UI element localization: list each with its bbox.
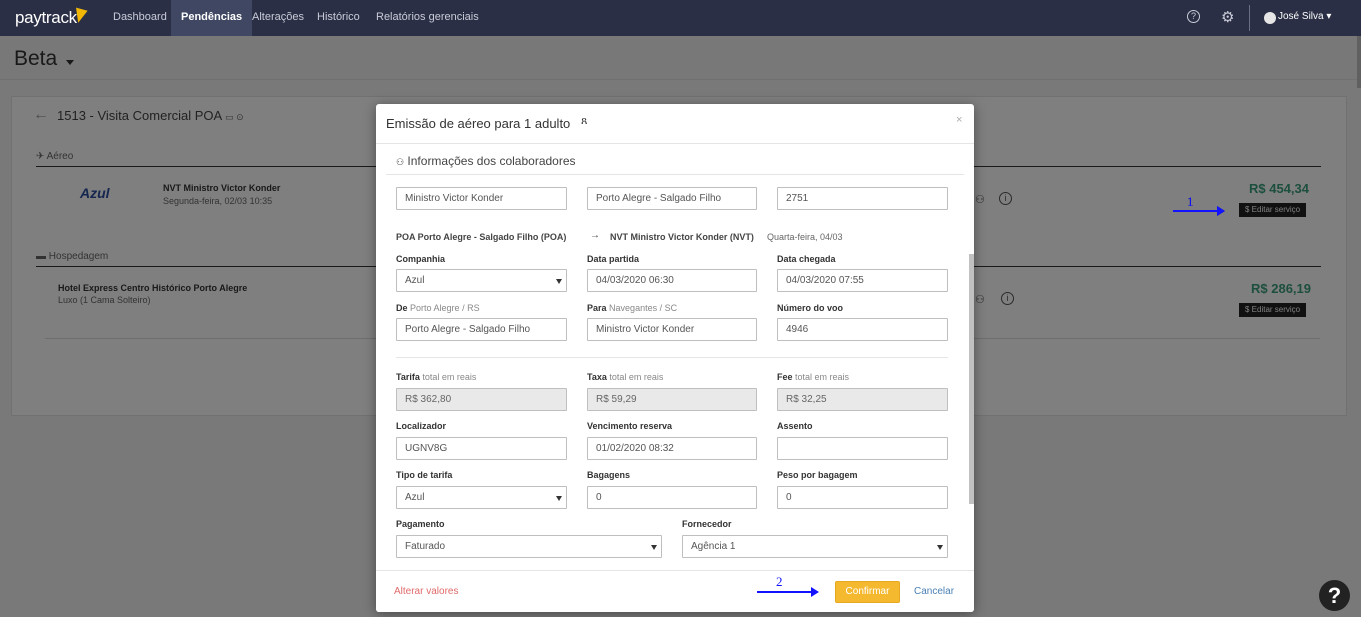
select-caret-icon [651,545,657,550]
select-caret-icon [937,545,943,550]
values-divider [396,357,948,358]
logo-mark-icon [72,7,88,25]
bagagens-input[interactable]: 0 [587,486,757,509]
nav-pendencias[interactable]: Pendências [171,0,253,36]
nav-alteracoes[interactable]: Alterações [242,0,314,36]
help-button[interactable]: ? [1319,580,1350,611]
top-navbar: paytrack Dashboard Pendências Alterações… [0,0,1361,36]
gear-icon[interactable]: ⚙ [1221,8,1234,26]
annotation-arrow-1-top [1173,206,1225,216]
fornecedor-label: Fornecedor [682,519,732,529]
select-caret-icon [556,496,562,501]
bagagens-label: Bagagens [587,470,631,480]
fee-input: R$ 32,25 [777,388,948,411]
confirm-button[interactable]: Confirmar [835,581,900,603]
vencimento-label: Vencimento reserva [587,421,673,431]
para-label: Para Navegantes / SC [587,303,678,313]
fee-label: Fee total em reais [777,372,850,382]
pagamento-select[interactable]: Faturado [396,535,662,558]
companhia-select[interactable]: Azul [396,269,567,292]
tarifa-input: R$ 362,80 [396,388,567,411]
tipo-tarifa-select[interactable]: Azul [396,486,567,509]
collaborator-dest-field[interactable]: Ministro Victor Konder [396,187,567,210]
data-chegada-label: Data chegada [777,254,836,264]
collaborator-origin-field[interactable]: Porto Alegre - Salgado Filho [587,187,757,210]
annotation-2: 2 [776,574,783,589]
tipo-tarifa-label: Tipo de tarifa [396,470,453,480]
close-icon[interactable]: × [956,114,962,126]
fornecedor-select[interactable]: Agência 1 [682,535,948,558]
para-input[interactable]: Ministro Victor Konder [587,318,757,341]
peso-input[interactable]: 0 [777,486,948,509]
section-divider [386,174,964,175]
data-partida-input[interactable]: 04/03/2020 06:30 [587,269,757,292]
assento-label: Assento [777,421,813,431]
chevron-down-icon: ▾ [1326,11,1332,22]
nav-historico[interactable]: Histórico [307,0,370,36]
user-name: José Silva [1278,11,1324,22]
pagamento-label: Pagamento [396,519,445,529]
alter-values-link[interactable]: Alterar valores [394,586,458,597]
user-menu[interactable]: José Silva ▾ [1278,11,1331,22]
collaborators-section-title: ⚇ Informações dos colaboradores [396,154,576,168]
data-chegada-input[interactable]: 04/03/2020 07:55 [777,269,948,292]
annotation-1-top: 1 [1187,194,1194,209]
paytrack-logo[interactable]: paytrack [15,8,77,28]
numero-voo-label: Número do voo [777,303,844,313]
modal-footer: Alterar valores Confirmar Cancelar [376,570,974,612]
annotation-arrow-2 [757,587,819,597]
numero-voo-input[interactable]: 4946 [777,318,948,341]
avatar[interactable] [1264,12,1276,24]
nav-relatorios[interactable]: Relatórios gerenciais [366,0,489,36]
de-label: De Porto Alegre / RS [396,303,480,313]
peso-label: Peso por bagagem [777,470,858,480]
taxa-input: R$ 59,29 [587,388,757,411]
localizador-input[interactable]: UGNV8G [396,437,567,460]
assento-input[interactable] [777,437,948,460]
nav-divider [1249,5,1250,31]
localizador-label: Localizador [396,421,447,431]
companhia-label: Companhia [396,254,446,264]
select-caret-icon [556,279,562,284]
data-partida-label: Data partida [587,254,640,264]
modal-header: Emissão de aéreo para 1 adulto ጸ × [376,104,974,144]
cancel-link[interactable]: Cancelar [914,586,954,597]
route-date: Quarta-feira, 04/03 [767,232,843,242]
people-icon: ⚇ [396,157,405,167]
de-input[interactable]: Porto Alegre - Salgado Filho [396,318,567,341]
route-arrow-icon: → [590,230,600,241]
route-origin: POA Porto Alegre - Salgado Filho (POA) [396,232,567,242]
taxa-label: Taxa total em reais [587,372,664,382]
travelers-icon: ጸ [581,115,588,127]
route-destination: NVT Ministro Victor Konder (NVT) [610,232,754,242]
modal-scrollbar[interactable] [969,254,974,504]
modal-title: Emissão de aéreo para 1 adulto [386,116,571,131]
help-circle-icon[interactable]: ? [1187,10,1200,23]
collaborator-number-field[interactable]: 2751 [777,187,948,210]
nav-dashboard[interactable]: Dashboard [103,0,177,36]
vencimento-input[interactable]: 01/02/2020 08:32 [587,437,757,460]
flight-issue-modal: Emissão de aéreo para 1 adulto ጸ × ⚇ Inf… [376,104,974,612]
tarifa-label: Tarifa total em reais [396,372,477,382]
